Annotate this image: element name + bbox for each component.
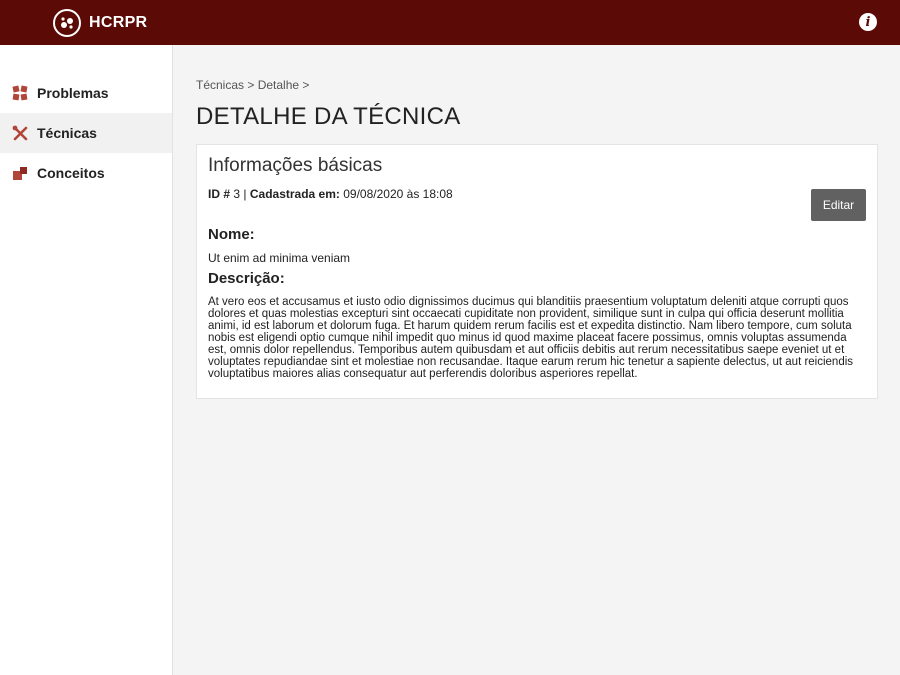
sidebar-item-label: Problemas: [37, 85, 109, 101]
sidebar-item-tecnicas[interactable]: Técnicas: [0, 113, 172, 153]
blocks-icon: [11, 164, 29, 182]
page-title: DETALHE DA TÉCNICA: [196, 103, 461, 130]
info-icon[interactable]: i: [859, 13, 877, 31]
sidebar-item-label: Técnicas: [37, 125, 97, 141]
nome-label: Nome:: [208, 226, 255, 243]
main-content: Técnicas > Detalhe > DETALHE DA TÉCNICA …: [196, 45, 878, 399]
basic-info-card: Informações básicas ID # 3 | Cadastrada …: [196, 144, 878, 399]
tools-icon: [11, 124, 29, 142]
breadcrumb: Técnicas > Detalhe >: [196, 78, 310, 92]
nome-value: Ut enim ad minima veniam: [208, 251, 351, 265]
id-value: 3: [233, 187, 241, 201]
sidebar-item-problemas[interactable]: Problemas: [0, 73, 172, 113]
puzzle-icon: [11, 84, 29, 102]
edit-button[interactable]: Editar: [811, 189, 866, 221]
record-meta: ID # 3 | Cadastrada em: 09/08/2020 às 18…: [208, 187, 866, 201]
sidebar-item-label: Conceitos: [37, 165, 105, 181]
sidebar: Problemas Técnicas Conceitos: [0, 45, 173, 675]
app-name: HCRPR: [89, 13, 148, 31]
descricao-label: Descrição:: [208, 270, 285, 287]
registered-value: 09/08/2020 às 18:08: [343, 187, 453, 201]
descricao-value: At vero eos et accusamus et iusto odio d…: [208, 296, 854, 380]
top-bar: HCRPR i: [0, 0, 900, 45]
logo-icon: [53, 8, 81, 37]
sidebar-item-conceitos[interactable]: Conceitos: [0, 153, 172, 193]
registered-label: Cadastrada em:: [249, 187, 340, 201]
meta-separator: |: [243, 187, 247, 201]
brand-link[interactable]: HCRPR: [53, 8, 148, 37]
card-title: Informações básicas: [208, 155, 383, 176]
id-label: ID #: [208, 187, 231, 201]
